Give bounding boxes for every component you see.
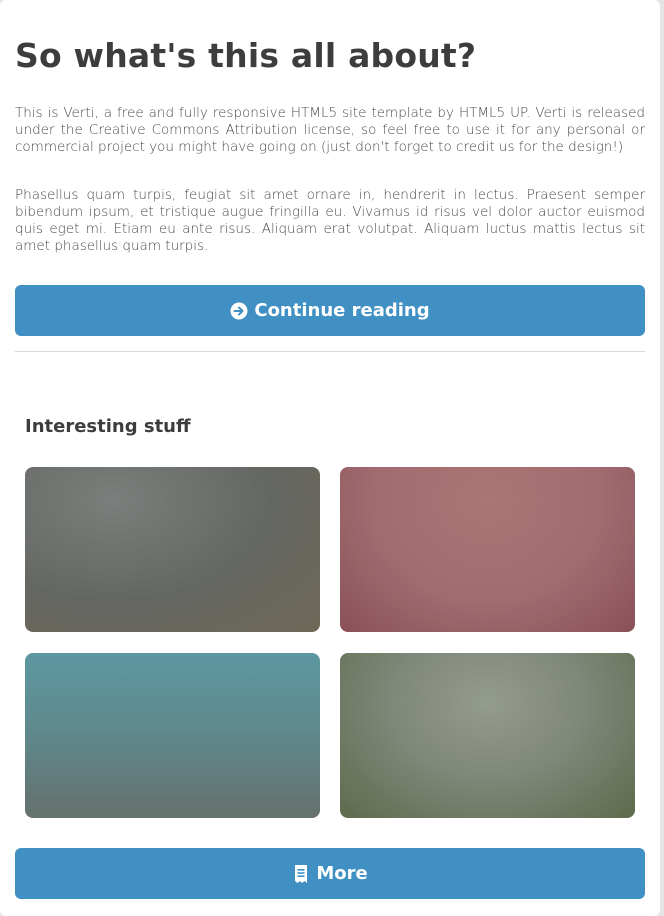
image-tile-teal[interactable] <box>25 653 320 818</box>
continue-reading-label: Continue reading <box>254 300 430 321</box>
image-tile-olive[interactable] <box>340 653 635 818</box>
more-label: More <box>316 863 368 884</box>
more-button[interactable]: More <box>15 848 645 899</box>
body-paragraph: Phasellus quam turpis, feugiat sit amet … <box>15 187 645 254</box>
page-title: So what's this all about? <box>15 36 477 75</box>
receipt-icon <box>292 864 310 883</box>
image-tile-rose[interactable] <box>340 467 635 632</box>
content-panel: So what's this all about? This is Verti,… <box>0 0 660 916</box>
arrow-circle-right-icon <box>230 302 248 320</box>
intro-paragraph: This is Verti, a free and fully responsi… <box>15 105 645 155</box>
section-title: Interesting stuff <box>25 416 191 437</box>
divider <box>15 351 645 352</box>
image-tile-gray[interactable] <box>25 467 320 632</box>
continue-reading-button[interactable]: Continue reading <box>15 285 645 336</box>
